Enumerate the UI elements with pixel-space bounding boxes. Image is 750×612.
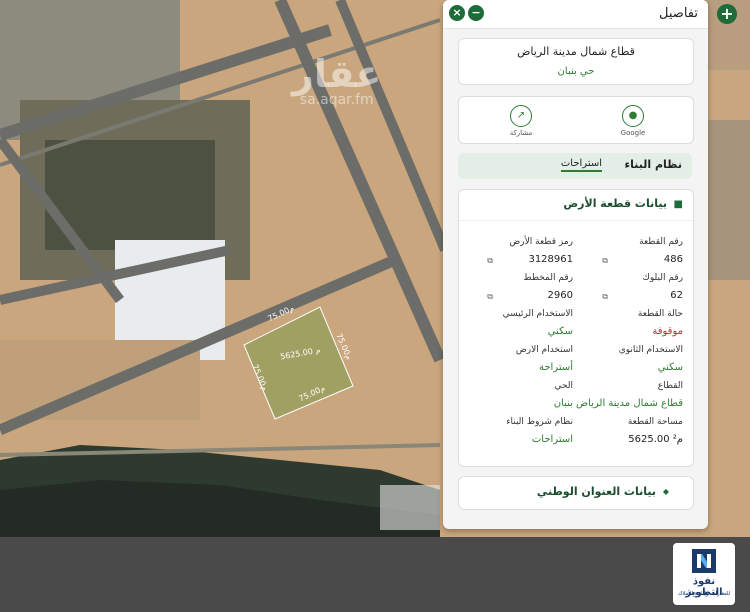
block-value: 62 — [670, 290, 683, 301]
map-icon: ■ — [673, 199, 683, 210]
details-panel: تفاصيل × − قطاع شمال مدينة الرياض حي بنب… — [443, 0, 708, 529]
district-label: الحي — [554, 381, 573, 391]
building-rules-label: نظام شروط البناء — [506, 417, 573, 427]
location-card: قطاع شمال مدينة الرياض حي بنبان — [458, 38, 694, 85]
parcel-code-value: 3128961 — [528, 254, 573, 265]
tab-building-system-value[interactable]: استراحات — [560, 158, 602, 172]
parcel-section-header: ■ بيانات قطعة الأرض — [459, 190, 693, 221]
status-label: حالة القطعة — [637, 309, 683, 319]
parcel-code-label: رمز قطعة الأرض — [509, 237, 573, 247]
plan-label: رقم المخطط — [523, 273, 573, 283]
copy-icon[interactable]: ⧉ — [602, 292, 608, 302]
copy-icon[interactable]: ⧉ — [487, 292, 493, 302]
parcel-number-value: 486 — [663, 254, 683, 265]
share-icon: ↗ — [510, 105, 532, 127]
secondary-use-label: الاستخدام الثانوي — [618, 345, 683, 355]
parcel-data-card: ■ بيانات قطعة الأرض رقم القطعة رمز قطعة … — [458, 189, 694, 467]
district-value: بنبان — [553, 398, 573, 409]
land-use-value: أستراحة — [538, 362, 573, 373]
panel-title: تفاصيل — [659, 6, 698, 21]
bottom-bar — [0, 537, 750, 612]
sector-value: قطاع شمال مدينة الرياض — [575, 398, 683, 409]
actions-card: ● Google ↗ مشاركة — [458, 96, 694, 144]
map-pin-icon: ● — [622, 105, 644, 127]
parcel-section-title: بيانات قطعة الأرض — [563, 197, 667, 210]
national-address-title: بيانات العنوان الوطني — [536, 485, 656, 498]
national-address-card[interactable]: ◆ بيانات العنوان الوطني — [458, 476, 694, 510]
google-maps-button[interactable]: ● Google — [613, 105, 653, 137]
add-button[interactable]: + — [717, 4, 737, 24]
parcel-number-label: رقم القطعة — [639, 237, 683, 247]
main-use-label: الاستخدام الرئيسي — [502, 309, 573, 319]
status-value: موقوفة — [652, 326, 683, 337]
area-value: 5625.00 م² — [628, 434, 683, 445]
watermark-url: sa.aqar.fm — [299, 92, 374, 108]
logo-mark-icon — [692, 549, 716, 573]
sector-label: القطاع — [657, 381, 683, 391]
nufooz-logo: نفوذ التطوير للعقارات وإدارة الأملاك — [673, 543, 735, 605]
tag-icon: ◆ — [662, 487, 669, 496]
area-label: مساحة القطعة — [627, 417, 683, 427]
logo-tagline: للعقارات وإدارة الأملاك — [677, 591, 731, 597]
location-sector: قطاع شمال مدينة الرياض — [517, 45, 635, 58]
location-district: حي بنبان — [557, 66, 595, 77]
watermark-arabic: عقار — [292, 52, 382, 96]
aqar-watermark: عقار sa.aqar.fm — [292, 54, 381, 108]
building-rules-value: استراحات — [531, 434, 573, 445]
block-label: رقم البلوك — [642, 273, 683, 283]
google-label: Google — [620, 129, 646, 137]
panel-header: تفاصيل × − — [443, 0, 708, 29]
share-label: مشاركة — [509, 129, 533, 137]
close-panel-button[interactable]: × — [449, 5, 465, 21]
copy-icon[interactable]: ⧉ — [602, 256, 608, 266]
share-button[interactable]: ↗ مشاركة — [501, 105, 541, 137]
land-use-label: استخدام الارض — [515, 345, 573, 355]
building-system-label: نظام البناء — [624, 158, 682, 171]
secondary-use-value: سكني — [657, 362, 683, 373]
main-use-value: سكني — [547, 326, 573, 337]
building-system-bar: نظام البناء استراحات — [458, 153, 692, 179]
copy-icon[interactable]: ⧉ — [487, 256, 493, 266]
plan-value: 2960 — [547, 290, 573, 301]
minimize-panel-button[interactable]: − — [468, 5, 484, 21]
